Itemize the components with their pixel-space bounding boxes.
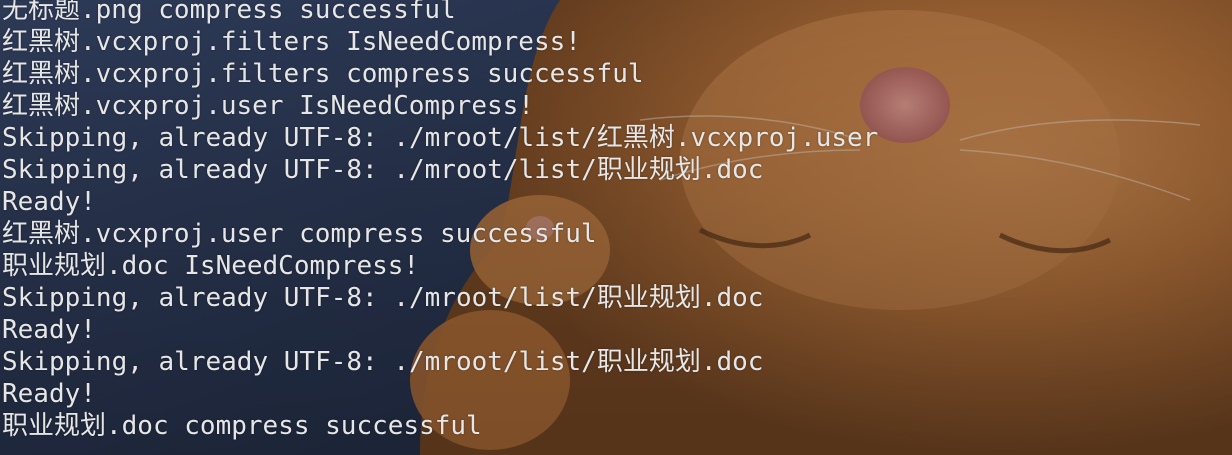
terminal-line: Skipping, already UTF-8: ./mroot/list/职业… <box>2 347 764 377</box>
terminal-line: Skipping, already UTF-8: ./mroot/list/职业… <box>2 155 764 185</box>
terminal-line: Skipping, already UTF-8: ./mroot/list/红黑… <box>2 123 879 153</box>
terminal-window[interactable]: 无标题.png compress successful 红黑树.vcxproj.… <box>0 0 1232 455</box>
terminal-line: Ready! <box>2 315 96 345</box>
terminal-line: Skipping, already UTF-8: ./mroot/list/职业… <box>2 283 764 313</box>
terminal-line: 红黑树.vcxproj.user compress successful <box>2 219 597 249</box>
terminal-line: Ready! <box>2 379 96 409</box>
terminal-line: 红黑树.vcxproj.filters compress successful <box>2 59 644 89</box>
terminal-line: 职业规划.doc IsNeedCompress! <box>2 251 420 281</box>
terminal-line: 红黑树.vcxproj.filters IsNeedCompress! <box>2 27 581 57</box>
terminal-line: 红黑树.vcxproj.user IsNeedCompress! <box>2 91 534 121</box>
terminal-line: 无标题.png compress successful <box>2 0 456 25</box>
terminal-line: 职业规划.doc compress successful <box>2 411 482 441</box>
terminal-line: Ready! <box>2 187 96 217</box>
terminal-output: 无标题.png compress successful 红黑树.vcxproj.… <box>2 0 878 442</box>
